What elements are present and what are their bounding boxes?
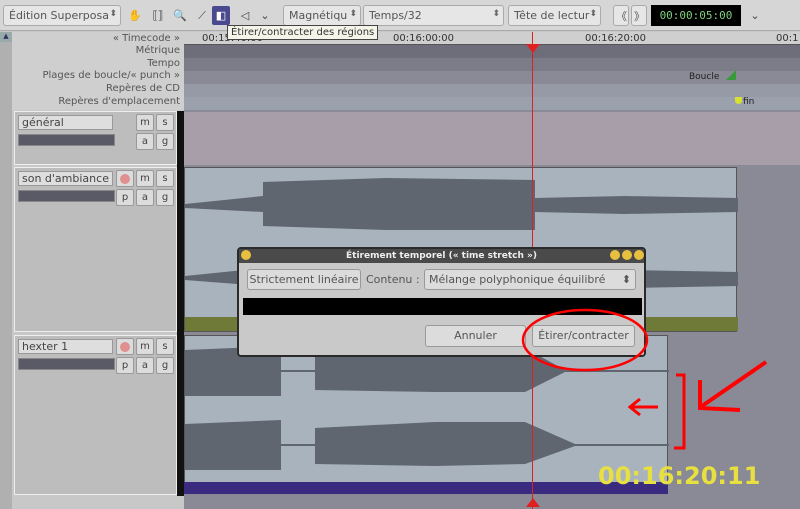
timecode-overlay: 00:16:20:11 (598, 462, 761, 490)
diagonal-arrow-mark (698, 360, 768, 412)
bracket-mark (674, 373, 686, 450)
red-annotations (521, 308, 768, 450)
highlight-ellipse (521, 308, 649, 372)
left-arrow-mark (627, 397, 658, 417)
